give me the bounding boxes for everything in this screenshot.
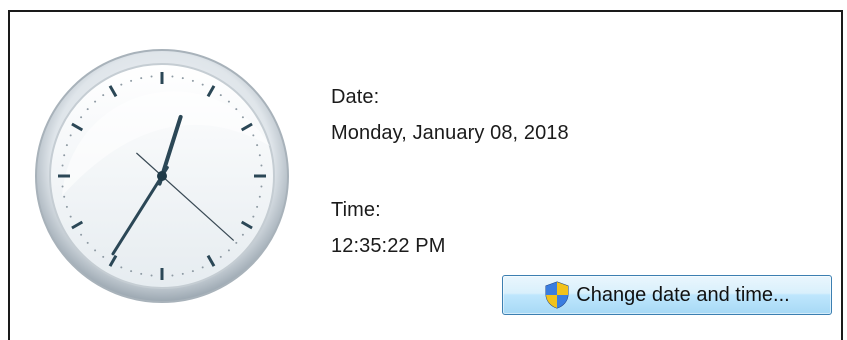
clock-minute-dot bbox=[102, 94, 105, 97]
clock-minute-dot bbox=[150, 274, 153, 277]
analog-clock bbox=[32, 46, 292, 306]
clock-minute-dot bbox=[171, 75, 174, 78]
clock-minute-dot bbox=[256, 144, 259, 147]
clock-minute-dot bbox=[260, 185, 263, 188]
clock-minute-dot bbox=[80, 116, 83, 119]
clock-minute-dot bbox=[150, 75, 153, 78]
change-date-time-button[interactable]: Change date and time... bbox=[502, 275, 832, 315]
clock-minute-dot bbox=[227, 100, 230, 103]
clock-icon bbox=[35, 49, 289, 303]
clock-minute-dot bbox=[102, 255, 105, 258]
change-date-time-label: Change date and time... bbox=[576, 283, 790, 306]
clock-minute-dot bbox=[241, 233, 244, 236]
clock-minute-dot bbox=[235, 108, 238, 111]
clock-minute-dot bbox=[65, 144, 68, 147]
clock-minute-dot bbox=[63, 195, 66, 198]
clock-minute-dot bbox=[252, 215, 255, 218]
clock-minute-dot bbox=[181, 272, 184, 275]
clock-minute-dot bbox=[191, 79, 194, 82]
clock-minute-dot bbox=[86, 108, 89, 111]
clock-minute-dot bbox=[94, 100, 97, 103]
date-label: Date: bbox=[331, 86, 380, 108]
clock-minute-dot bbox=[65, 205, 68, 208]
clock-minute-dot bbox=[171, 274, 174, 277]
clock-minute-dot bbox=[227, 249, 230, 252]
clock-minute-dot bbox=[120, 266, 123, 269]
clock-minute-dot bbox=[201, 266, 204, 269]
clock-minute-dot bbox=[69, 134, 72, 137]
clock-minute-dot bbox=[191, 270, 194, 273]
clock-minute-dot bbox=[181, 77, 184, 80]
clock-minute-dot bbox=[130, 79, 133, 82]
uac-shield-icon bbox=[544, 281, 570, 309]
clock-minute-dot bbox=[120, 83, 123, 86]
clock-minute-dot bbox=[86, 241, 89, 244]
clock-minute-dot bbox=[63, 154, 66, 157]
clock-minute-dot bbox=[260, 164, 263, 167]
clock-minute-dot bbox=[258, 195, 261, 198]
date-value: Monday, January 08, 2018 bbox=[331, 122, 569, 144]
time-value: 12:35:22 PM bbox=[331, 235, 446, 257]
clock-minute-dot bbox=[241, 116, 244, 119]
clock-minute-dot bbox=[61, 185, 64, 188]
clock-minute-dot bbox=[258, 154, 261, 157]
clock-minute-dot bbox=[130, 270, 133, 273]
clock-minute-dot bbox=[252, 134, 255, 137]
clock-minute-dot bbox=[219, 255, 222, 258]
clock-minute-dot bbox=[256, 205, 259, 208]
time-label: Time: bbox=[331, 199, 381, 221]
clock-minute-dot bbox=[94, 249, 97, 252]
clock-minute-dot bbox=[219, 94, 222, 97]
clock-minute-dot bbox=[201, 83, 204, 86]
clock-minute-dot bbox=[61, 164, 64, 167]
clock-minute-dot bbox=[140, 272, 143, 275]
date-time-panel: Date: Monday, January 08, 2018 Time: 12:… bbox=[8, 10, 843, 340]
clock-minute-dot bbox=[69, 215, 72, 218]
clock-minute-dot bbox=[235, 241, 238, 244]
clock-center-cap bbox=[157, 171, 167, 181]
clock-minute-dot bbox=[140, 77, 143, 80]
clock-minute-dot bbox=[80, 233, 83, 236]
